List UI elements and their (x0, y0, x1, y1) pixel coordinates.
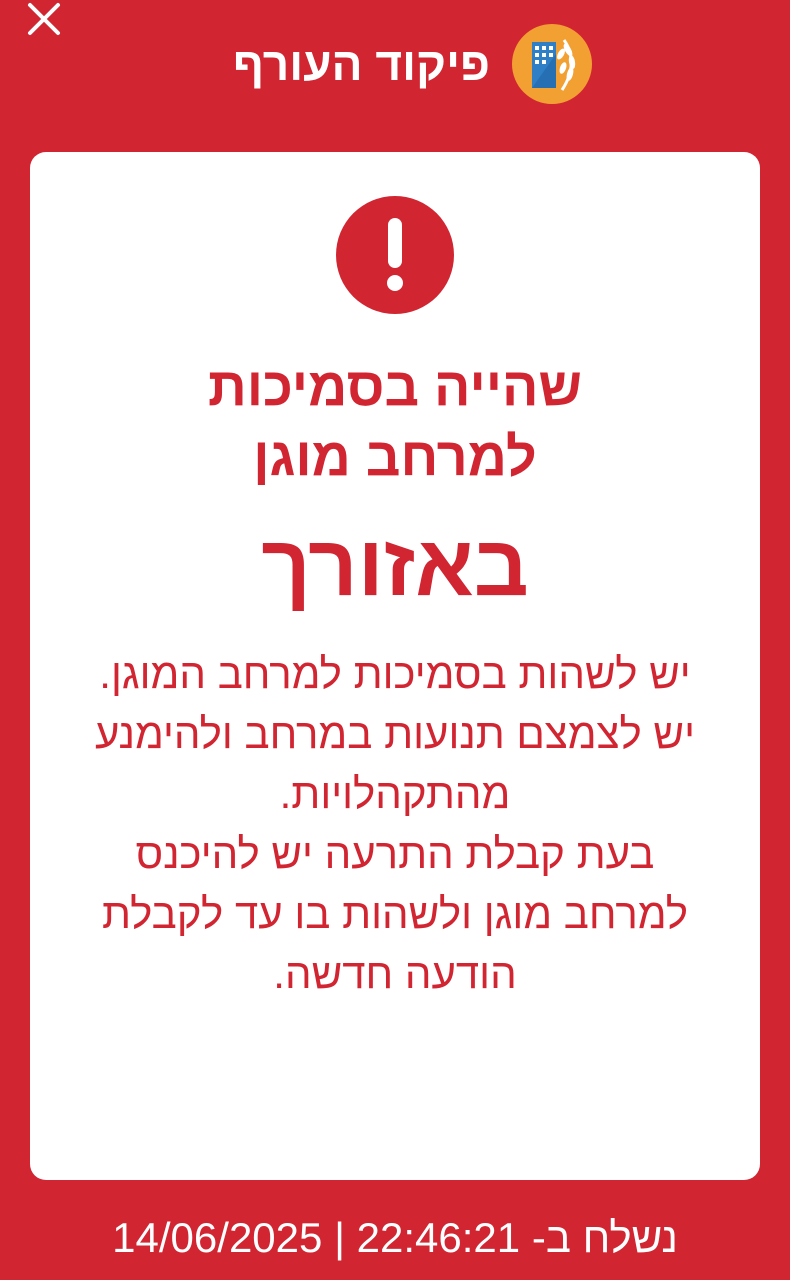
timestamp-separator: | (334, 1214, 345, 1261)
instruction-line: בעת קבלת התרעה יש להיכנס למרחב מוגן ולשה… (101, 830, 689, 997)
home-front-command-logo-icon (512, 24, 592, 104)
app-title: פיקוד העורף (233, 38, 490, 90)
exclamation-icon (336, 196, 454, 314)
sent-time: 22:46:21 (356, 1214, 521, 1261)
alert-area: באזורך (261, 518, 529, 614)
alert-card: שהייה בסמיכות למרחב מוגן באזורך יש לשהות… (30, 152, 760, 1180)
alert-title-line-2: למרחב מוגן (253, 427, 537, 487)
instruction-line: יש לצמצם תנועות במרחב ולהימנע מהתקהלויות… (95, 710, 695, 817)
alert-title: שהייה בסמיכות למרחב מוגן (30, 352, 760, 492)
sent-timestamp: נשלח ב- 22:46:21 | 14/06/2025 (0, 1210, 790, 1266)
sent-date: 14/06/2025 (112, 1214, 323, 1261)
alert-title-line-1: שהייה בסמיכות (207, 357, 583, 417)
sent-label: נשלח ב- (531, 1214, 678, 1261)
instruction-line: יש לשהות בסמיכות למרחב המוגן. (99, 650, 691, 697)
alert-instructions: יש לשהות בסמיכות למרחב המוגן. יש לצמצם ת… (70, 644, 720, 1004)
app-header: פיקוד העורף (0, 24, 790, 104)
